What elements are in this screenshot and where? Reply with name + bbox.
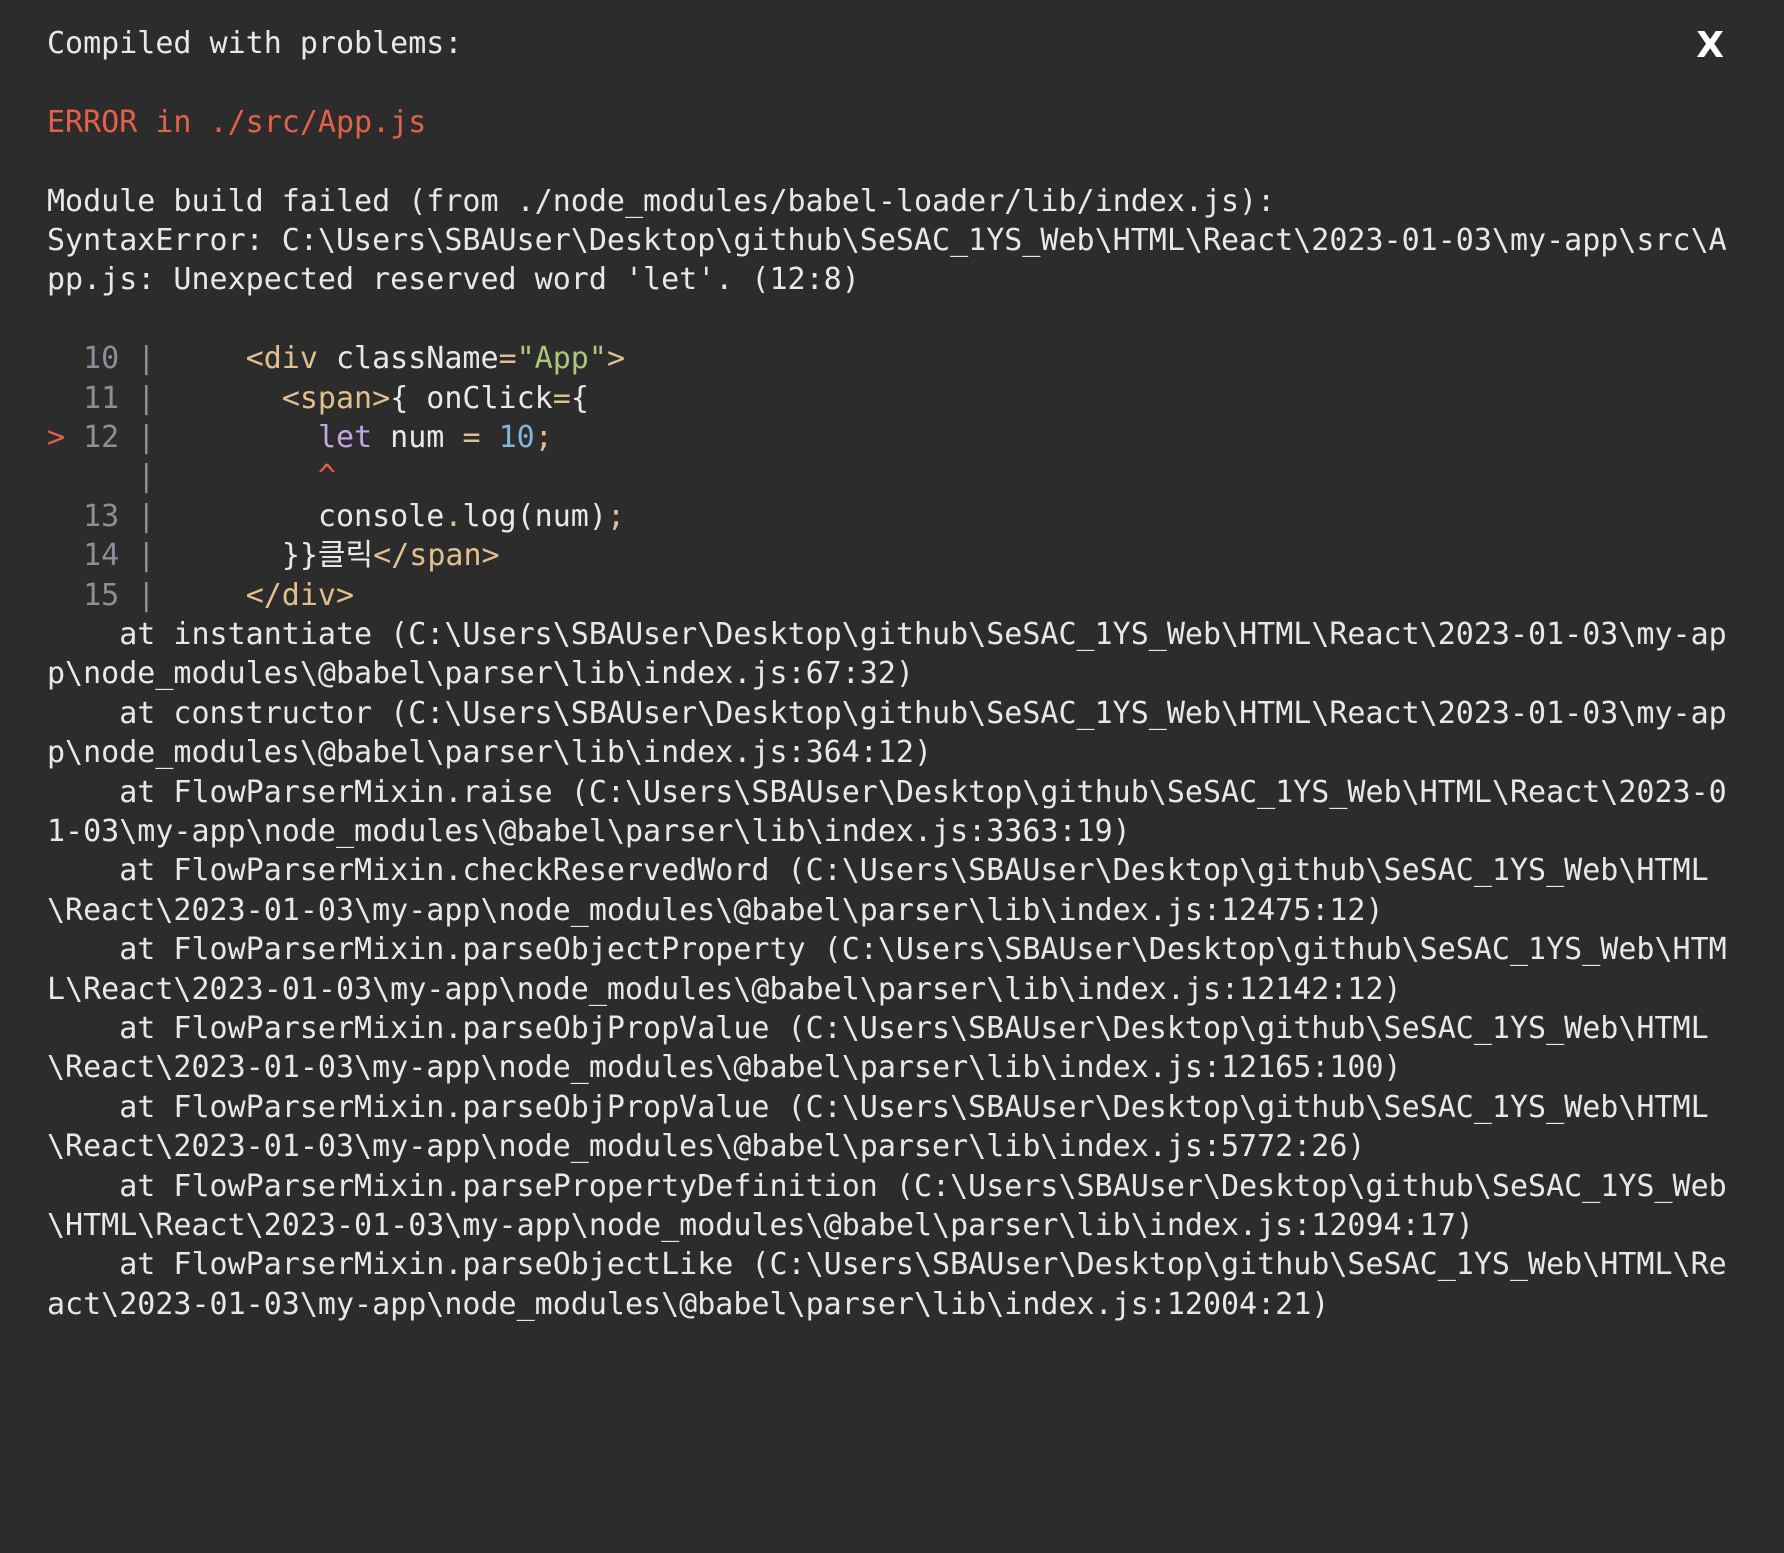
code-token: className — [317, 341, 499, 377]
code-frame-caret-line: | ^ — [47, 457, 1737, 496]
code-frame-line: > 12 | let num = 10; — [47, 418, 1737, 457]
error-pointer — [47, 499, 83, 534]
overlay-heading: Compiled with problems: — [47, 26, 463, 61]
stack-frame: at FlowParserMixin.parsePropertyDefiniti… — [47, 1168, 1727, 1243]
line-number: 11 | — [83, 380, 174, 416]
code-token: { onClick — [390, 380, 553, 416]
code-frame-line: 10 | <div className="App"> — [47, 339, 1737, 378]
line-number: 14 | — [83, 538, 174, 574]
error-pointer: > — [47, 419, 84, 455]
code-token: ; — [606, 498, 625, 534]
code-token: <div — [245, 341, 318, 377]
error-title: ERROR in ./src/App.js — [47, 104, 427, 140]
error-pointer — [47, 578, 83, 613]
stack-frame: at FlowParserMixin.checkReservedWord (C:… — [47, 853, 1709, 928]
error-message-line: SyntaxError: C:\Users\SBAUser\Desktop\gi… — [47, 222, 1727, 298]
code-token: = — [552, 380, 571, 416]
stack-frame: at instantiate (C:\Users\SBAUser\Desktop… — [47, 616, 1727, 692]
code-frame-line: 14 | }}클릭</span> — [47, 536, 1737, 575]
code-token: </div> — [245, 577, 355, 613]
line-number: 12 | — [83, 419, 174, 455]
line-number: 10 | — [83, 341, 174, 377]
code-token: }}클릭 — [281, 538, 374, 574]
code-token: ; — [534, 419, 553, 455]
code-token: "App" — [516, 341, 607, 377]
code-frame-line: 11 | <span>{ onClick={ — [47, 379, 1737, 418]
code-token: <span> — [281, 380, 391, 416]
error-pointer — [47, 538, 83, 573]
error-overlay: X Compiled with problems: ERROR in ./src… — [0, 0, 1784, 1553]
code-token: { — [570, 380, 589, 416]
code-token: let — [317, 419, 373, 455]
error-pointer — [47, 341, 83, 376]
stack-frame: at FlowParserMixin.parseObjectLike (C:\U… — [47, 1247, 1727, 1322]
code-frame: 10 | <div className="App"> 11 | <span>{ … — [47, 339, 1737, 615]
code-frame-line: 13 | console.log(num); — [47, 497, 1737, 536]
code-token: </span> — [373, 538, 500, 574]
stack-frame: at constructor (C:\Users\SBAUser\Desktop… — [47, 695, 1727, 771]
line-number: 13 | — [83, 498, 174, 534]
line-number: | — [47, 459, 174, 495]
code-token: > — [606, 341, 625, 377]
stack-frame: at FlowParserMixin.parseObjPropValue (C:… — [47, 1010, 1709, 1086]
code-token: log(num) — [462, 498, 607, 534]
code-frame-line: 15 | </div> — [47, 576, 1737, 615]
stack-trace: at instantiate (C:\Users\SBAUser\Desktop… — [47, 615, 1737, 1324]
stack-frame: at FlowParserMixin.parseObjectProperty (… — [47, 932, 1727, 1007]
error-message-line: Module build failed (from ./node_modules… — [47, 183, 1276, 219]
code-token: = — [498, 341, 517, 377]
code-token: num — [372, 419, 463, 455]
error-pointer — [47, 381, 83, 416]
close-button[interactable]: X — [1696, 22, 1724, 70]
caret-marker: ^ — [173, 459, 336, 495]
error-message: Module build failed (from ./node_modules… — [47, 182, 1737, 300]
code-token: 10 — [498, 419, 535, 455]
code-token: = — [462, 419, 481, 455]
code-token: . — [444, 498, 463, 534]
line-number: 15 | — [83, 577, 174, 613]
stack-frame: at FlowParserMixin.raise (C:\Users\SBAUs… — [47, 774, 1727, 849]
code-token: console — [317, 498, 445, 534]
stack-frame: at FlowParserMixin.parseObjPropValue (C:… — [47, 1089, 1709, 1165]
